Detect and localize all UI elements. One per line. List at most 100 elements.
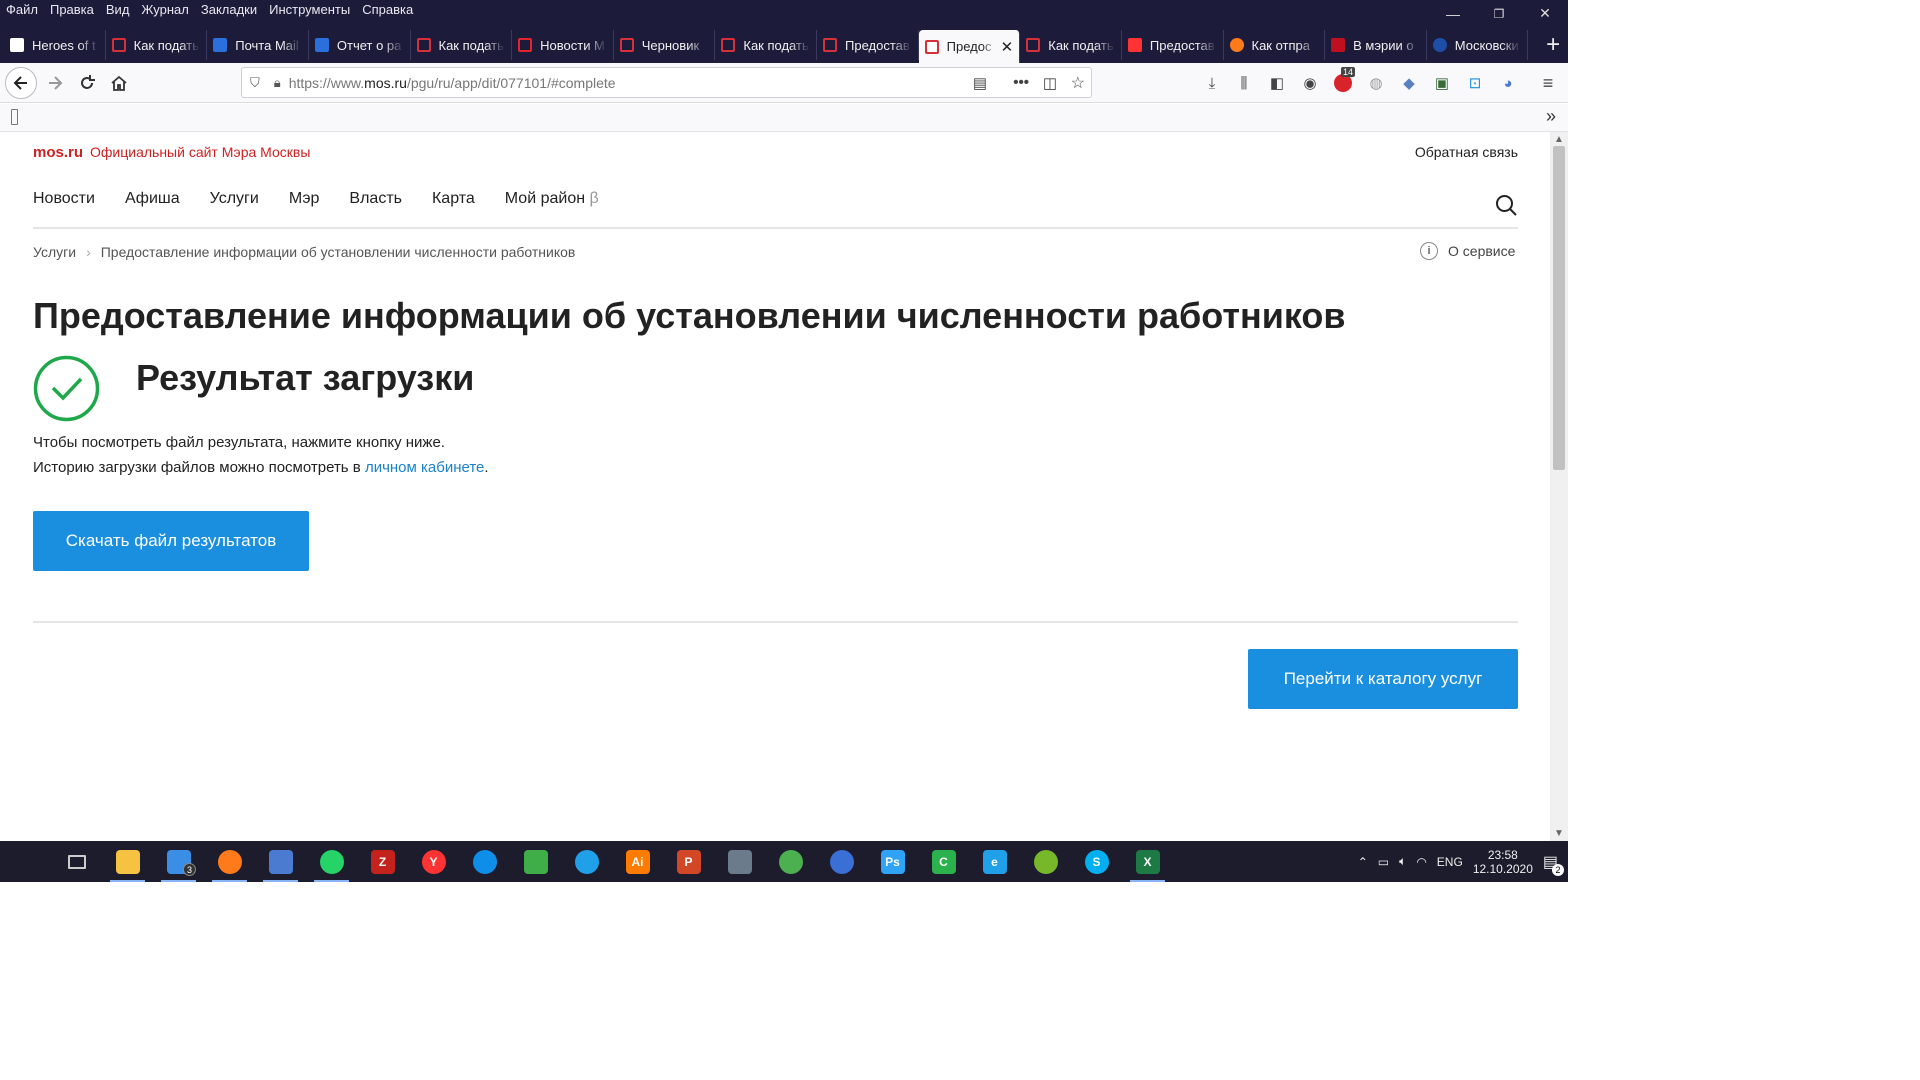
browser-tab[interactable]: Как подать bbox=[715, 30, 817, 60]
site-logo-text[interactable]: Официальный сайт Мэра Москвы bbox=[90, 144, 310, 160]
browser-tab[interactable]: Как отпра bbox=[1224, 30, 1326, 60]
taskbar-app[interactable] bbox=[51, 841, 102, 882]
addon-icon[interactable]: ◆ bbox=[1399, 73, 1419, 93]
menu-view[interactable]: Вид bbox=[100, 0, 136, 20]
addon-globe-icon[interactable]: ◕ bbox=[1498, 73, 1518, 93]
nav-mayor[interactable]: Мэр bbox=[289, 190, 320, 208]
close-window-button[interactable]: ✕ bbox=[1522, 0, 1568, 27]
personal-account-link[interactable]: личном кабинете bbox=[365, 459, 484, 476]
breadcrumb-services[interactable]: Услуги bbox=[33, 244, 76, 260]
site-logo[interactable]: mos.ru bbox=[33, 144, 83, 161]
forward-button[interactable] bbox=[40, 69, 70, 97]
taskbar-app[interactable] bbox=[306, 841, 357, 882]
browser-tab[interactable]: Как подать bbox=[1020, 30, 1122, 60]
browser-tab[interactable]: Как подать bbox=[106, 30, 208, 60]
taskbar-app[interactable] bbox=[561, 841, 612, 882]
browser-tab[interactable]: Черновик bbox=[614, 30, 716, 60]
sidebar-icon[interactable]: ◧ bbox=[1267, 73, 1287, 93]
library-icon[interactable]: ⫼ bbox=[1234, 73, 1254, 93]
taskbar-app[interactable] bbox=[0, 841, 51, 882]
language-indicator[interactable]: ENG bbox=[1437, 855, 1463, 869]
battery-icon[interactable]: ▭ bbox=[1378, 855, 1389, 869]
volume-icon[interactable]: 🔈︎ bbox=[1399, 854, 1406, 869]
adblock-icon[interactable]: 14 bbox=[1333, 67, 1356, 93]
menu-tools[interactable]: Инструменты bbox=[263, 0, 356, 20]
taskbar-app[interactable]: Ps bbox=[867, 841, 918, 882]
nav-news[interactable]: Новости bbox=[33, 190, 95, 208]
pocket-icon[interactable]: ◫ bbox=[1043, 74, 1057, 92]
browser-tab[interactable]: Heroes of t bbox=[4, 30, 106, 60]
taskbar-app[interactable] bbox=[255, 841, 306, 882]
nav-government[interactable]: Власть bbox=[349, 190, 402, 208]
taskbar-app[interactable] bbox=[510, 841, 561, 882]
menu-history[interactable]: Журнал bbox=[135, 0, 194, 20]
account-icon[interactable]: ◉ bbox=[1300, 73, 1320, 93]
new-tab-button[interactable]: + bbox=[1538, 31, 1568, 59]
lock-icon[interactable]: 🔒︎ bbox=[274, 75, 281, 91]
reader-view-icon[interactable]: ▤ bbox=[973, 74, 987, 92]
about-service-link[interactable]: i О сервисе bbox=[1420, 242, 1515, 260]
browser-tab[interactable]: В мэрии о bbox=[1325, 30, 1427, 60]
taskbar-app[interactable] bbox=[1020, 841, 1071, 882]
browser-tab[interactable]: Предостав bbox=[817, 30, 919, 60]
taskbar-app[interactable] bbox=[765, 841, 816, 882]
nav-afisha[interactable]: Афиша bbox=[125, 190, 180, 208]
services-catalog-button[interactable]: Перейти к каталогу услуг bbox=[1248, 649, 1518, 709]
nav-services[interactable]: Услуги bbox=[210, 190, 259, 208]
taskbar-app[interactable]: Y bbox=[408, 841, 459, 882]
home-button[interactable] bbox=[104, 69, 134, 97]
hamburger-menu-icon[interactable]: ≡ bbox=[1538, 73, 1558, 93]
page-scrollbar[interactable]: ▲ ▼ bbox=[1550, 132, 1568, 841]
taskbar-app[interactable]: e bbox=[969, 841, 1020, 882]
downloads-icon[interactable]: ⤓ bbox=[1202, 73, 1222, 93]
bookmark-star-icon[interactable]: ☆ bbox=[1071, 73, 1085, 93]
menu-bookmarks[interactable]: Закладки bbox=[195, 0, 263, 20]
taskbar-app[interactable] bbox=[459, 841, 510, 882]
globe-icon[interactable]: ◍ bbox=[1366, 73, 1386, 93]
taskbar-app[interactable] bbox=[204, 841, 255, 882]
browser-tab[interactable]: Отчет о ра bbox=[309, 30, 411, 60]
wifi-icon[interactable]: ◠ bbox=[1416, 855, 1426, 869]
browser-tab[interactable]: Московски bbox=[1427, 30, 1529, 60]
back-button[interactable] bbox=[5, 67, 37, 99]
menu-file[interactable]: Файл bbox=[0, 0, 44, 20]
chevron-double-right-icon[interactable]: » bbox=[1546, 106, 1556, 127]
search-icon[interactable] bbox=[1495, 194, 1517, 216]
scroll-down-icon[interactable]: ▼ bbox=[1550, 828, 1568, 839]
restore-button[interactable]: ❐ bbox=[1476, 0, 1522, 27]
feedback-link[interactable]: Обратная связь bbox=[1415, 144, 1518, 160]
minimize-button[interactable]: — bbox=[1430, 0, 1476, 27]
scrollbar-thumb[interactable] bbox=[1553, 146, 1565, 470]
taskbar-app[interactable]: X bbox=[1122, 841, 1173, 882]
addon-photo-icon[interactable]: ▣ bbox=[1432, 73, 1452, 93]
notifications-icon[interactable]: ▤ 2 bbox=[1543, 852, 1564, 876]
download-results-button[interactable]: Скачать файл результатов bbox=[33, 511, 309, 571]
scroll-up-icon[interactable]: ▲ bbox=[1550, 134, 1568, 145]
taskbar-app[interactable] bbox=[714, 841, 765, 882]
taskbar-app[interactable]: Ai bbox=[612, 841, 663, 882]
nav-my-district[interactable]: Мой район β bbox=[505, 190, 599, 208]
browser-tab[interactable]: Как подать bbox=[411, 30, 513, 60]
nav-map[interactable]: Карта bbox=[432, 190, 475, 208]
page-actions-icon[interactable]: ••• bbox=[1013, 74, 1029, 91]
taskbar-app[interactable] bbox=[816, 841, 867, 882]
taskbar-app[interactable] bbox=[102, 841, 153, 882]
taskbar-app[interactable]: S bbox=[1071, 841, 1122, 882]
browser-tab[interactable]: Новости М bbox=[512, 30, 614, 60]
menu-edit[interactable]: Правка bbox=[44, 0, 100, 20]
tray-chevron-up-icon[interactable]: ⌃ bbox=[1358, 855, 1368, 869]
clock[interactable]: 23:58 12.10.2020 bbox=[1473, 848, 1533, 876]
reload-button[interactable] bbox=[72, 69, 102, 97]
menu-help[interactable]: Справка bbox=[356, 0, 419, 20]
browser-tab[interactable]: Почта Mail bbox=[207, 30, 309, 60]
taskbar-app[interactable]: C bbox=[918, 841, 969, 882]
bookmark-folder-icon[interactable] bbox=[11, 109, 18, 125]
taskbar-app[interactable]: 3 bbox=[153, 841, 204, 882]
translate-icon[interactable]: ⊡ bbox=[1465, 73, 1485, 93]
shield-icon[interactable]: ⛉ bbox=[250, 75, 260, 91]
url-bar[interactable]: ⛉ 🔒︎ https://www. mos.ru/pgu/ru/app/dit/0… bbox=[241, 67, 1092, 98]
browser-tab[interactable]: Предос ✕ bbox=[918, 30, 1021, 63]
taskbar-app[interactable]: Z bbox=[357, 841, 408, 882]
browser-tab[interactable]: Предостав bbox=[1122, 30, 1224, 60]
close-tab-icon[interactable]: ✕ bbox=[1001, 38, 1014, 56]
